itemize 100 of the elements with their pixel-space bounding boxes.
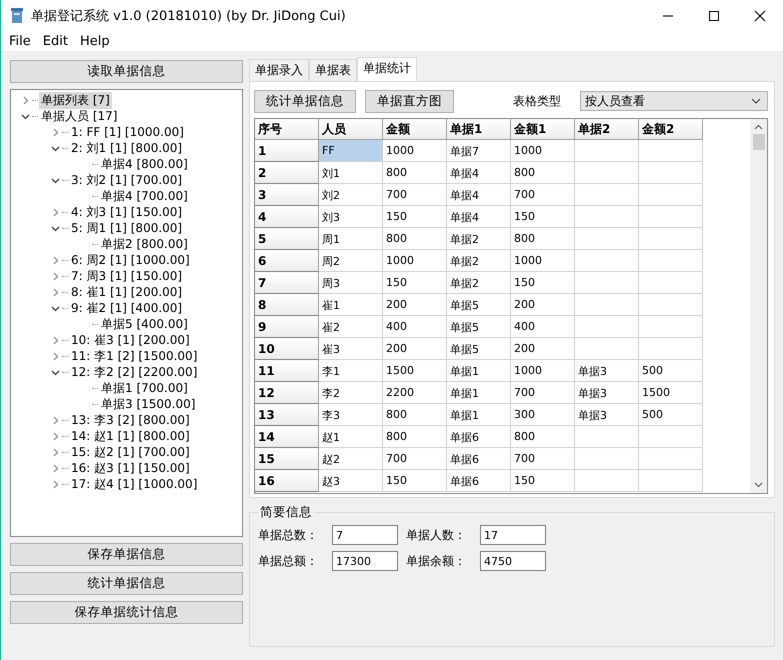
tree-item[interactable]: 单据人员 [17] — [39, 108, 120, 124]
table-cell: 1500 — [383, 360, 447, 382]
tree-item[interactable]: 单据1 [700.00] — [99, 380, 190, 396]
tab[interactable]: 单据录入 — [249, 59, 309, 81]
row-header[interactable]: 12 — [255, 382, 319, 404]
row-header[interactable]: 3 — [255, 184, 319, 206]
table-cell: 单据2 — [447, 272, 511, 294]
tab[interactable]: 单据表 — [309, 59, 357, 81]
scroll-thumb[interactable] — [752, 134, 764, 150]
close-icon[interactable] — [754, 10, 766, 22]
row-header[interactable]: 1 — [255, 140, 319, 162]
table-cell: 1000 — [511, 250, 575, 272]
tree-item[interactable]: 5: 周1 [1] [800.00] — [69, 220, 184, 236]
table-cell — [639, 470, 703, 492]
table-cell: 周1 — [319, 228, 383, 250]
input-field[interactable]: 17300 — [332, 551, 398, 571]
load-button[interactable]: 读取单据信息 — [10, 60, 243, 83]
menu-item[interactable]: Help — [74, 34, 116, 48]
row-header[interactable]: 6 — [255, 250, 319, 272]
tree-item[interactable]: 13: 李3 [2] [800.00] — [69, 412, 192, 428]
tree-item[interactable]: 9: 崔2 [1] [400.00] — [69, 300, 184, 316]
table-cell: 李3 — [319, 404, 383, 426]
table-cell: 200 — [383, 294, 447, 316]
tree-item[interactable]: 单据5 [400.00] — [99, 316, 190, 332]
column-header[interactable]: 金额2 — [639, 119, 703, 140]
column-header[interactable]: 单据1 — [447, 119, 511, 140]
tree-item[interactable]: 单据2 [800.00] — [99, 236, 190, 252]
row-header[interactable]: 4 — [255, 206, 319, 228]
row-header[interactable]: 5 — [255, 228, 319, 250]
row-header[interactable]: 15 — [255, 448, 319, 470]
tree-item[interactable]: 10: 崔3 [1] [200.00] — [69, 332, 192, 348]
row-header[interactable]: 2 — [255, 162, 319, 184]
table-cell: 赵1 — [319, 426, 383, 448]
column-header[interactable]: 人员 — [319, 119, 383, 140]
tree-item[interactable]: 4: 刘3 [1] [150.00] — [69, 204, 184, 220]
tree-item[interactable]: 单据4 [700.00] — [99, 188, 190, 204]
table-cell: 800 — [511, 162, 575, 184]
table-cell: 单据5 — [447, 294, 511, 316]
tree-item[interactable]: 16: 赵3 [1] [150.00] — [69, 460, 192, 476]
toolbar-button[interactable]: 单据直方图 — [365, 90, 454, 112]
action-button[interactable]: 保存单据信息 — [10, 543, 243, 566]
chevron-icon[interactable] — [51, 304, 60, 312]
tab[interactable]: 单据统计 — [357, 57, 417, 81]
tree-item[interactable]: 17: 赵4 [1] [1000.00] — [69, 476, 200, 492]
row-header[interactable]: 9 — [255, 316, 319, 338]
row-header[interactable]: 10 — [255, 338, 319, 360]
chevron-icon[interactable] — [51, 176, 60, 184]
tree-item[interactable]: 11: 李1 [2] [1500.00] — [69, 348, 200, 364]
table-cell: 200 — [383, 338, 447, 360]
table-cell — [575, 338, 639, 360]
tree-item[interactable]: 2: 刘1 [1] [800.00] — [69, 140, 184, 156]
table-cell: 800 — [511, 426, 575, 448]
row-header[interactable]: 8 — [255, 294, 319, 316]
row-header[interactable]: 16 — [255, 470, 319, 492]
table-cell: 李2 — [319, 382, 383, 404]
table-cell — [575, 140, 639, 162]
action-button[interactable]: 统计单据信息 — [10, 572, 243, 595]
menu-item[interactable]: Edit — [36, 34, 74, 48]
input-field[interactable]: 17 — [480, 525, 546, 545]
column-header[interactable]: 金额 — [383, 119, 447, 140]
table-cell — [575, 162, 639, 184]
menu-item[interactable]: File — [3, 34, 37, 48]
scroll-up-icon[interactable] — [754, 124, 763, 130]
row-header[interactable]: 14 — [255, 426, 319, 448]
tree-item[interactable]: 单据4 [800.00] — [99, 156, 190, 172]
tree-item[interactable]: 3: 刘2 [1] [700.00] — [69, 172, 184, 188]
tree-item[interactable]: 单据列表 [7] — [39, 92, 112, 108]
chevron-icon[interactable] — [21, 112, 30, 120]
scrollbar[interactable] — [750, 119, 767, 493]
column-header[interactable]: 金额1 — [511, 119, 575, 140]
tree-item[interactable]: 7: 周3 [1] [150.00] — [69, 268, 184, 284]
table-cell: 刘1 — [319, 162, 383, 184]
table-cell: 300 — [511, 404, 575, 426]
toolbar-button[interactable]: 统计单据信息 — [254, 90, 356, 112]
tree-item[interactable]: 6: 周2 [1] [1000.00] — [69, 252, 192, 268]
table-cell — [575, 470, 639, 492]
input-field[interactable]: 7 — [332, 525, 398, 545]
chevron-icon[interactable] — [51, 144, 60, 152]
table-cell: 800 — [511, 228, 575, 250]
row-header[interactable]: 13 — [255, 404, 319, 426]
table-cell — [575, 426, 639, 448]
tree-item[interactable]: 14: 赵1 [1] [800.00] — [69, 428, 192, 444]
tree-item[interactable]: 8: 崔1 [1] [200.00] — [69, 284, 184, 300]
tree-item[interactable]: 1: FF [1] [1000.00] — [69, 125, 186, 139]
row-header[interactable]: 7 — [255, 272, 319, 294]
table-cell — [639, 294, 703, 316]
action-button[interactable]: 保存单据统计信息 — [10, 601, 243, 624]
tree-item[interactable]: 15: 赵2 [1] [700.00] — [69, 444, 192, 460]
chevron-icon[interactable] — [51, 224, 60, 232]
table-cell: 单据2 — [447, 250, 511, 272]
maximize-icon[interactable] — [708, 10, 720, 22]
column-header[interactable]: 单据2 — [575, 119, 639, 140]
tree-item[interactable]: 单据3 [1500.00] — [99, 396, 198, 412]
chevron-icon[interactable] — [51, 368, 60, 376]
scroll-down-icon[interactable] — [754, 482, 763, 488]
tree-item[interactable]: 12: 李2 [2] [2200.00] — [69, 364, 200, 380]
input-field[interactable]: 4750 — [480, 551, 546, 571]
column-header[interactable]: 序号 — [255, 119, 319, 140]
table-type-dropdown[interactable]: 按人员查看 — [580, 91, 768, 111]
row-header[interactable]: 11 — [255, 360, 319, 382]
